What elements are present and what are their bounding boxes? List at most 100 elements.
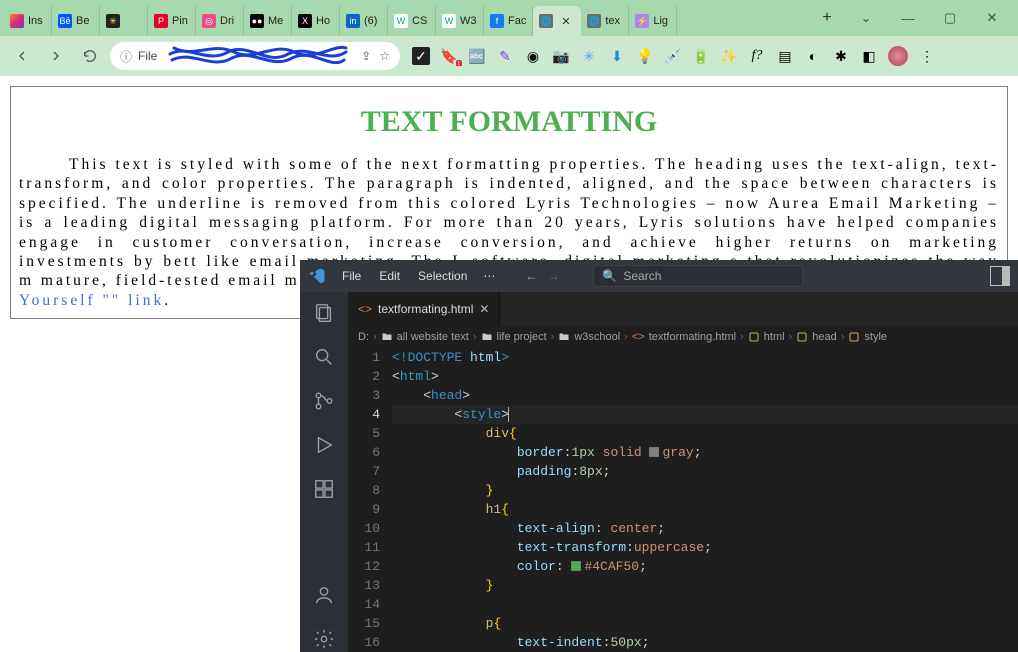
browser-tab[interactable]: ◎ Dri	[196, 6, 244, 36]
window-minimize[interactable]: —	[896, 11, 920, 26]
color-swatch-gray	[649, 447, 659, 457]
ext-bulb-icon[interactable]: 💡	[636, 47, 654, 65]
ext-download-icon[interactable]: ⬇	[608, 47, 626, 65]
code-body[interactable]: <!DOCTYPE html> <html> <head> <style> di…	[392, 348, 1018, 652]
line-number: 14	[348, 595, 380, 614]
page-heading: TEXT FORMATTING	[19, 105, 999, 139]
code-editor[interactable]: 12345678910111213141516 <!DOCTYPE html> …	[348, 348, 1018, 652]
browser-tab[interactable]: 🌐✕	[533, 6, 581, 36]
browser-menu-icon[interactable]: ⋮	[918, 47, 936, 65]
ext-sparkle-icon[interactable]: ✳	[580, 47, 598, 65]
bookmark-icon[interactable]: ☆	[379, 49, 390, 63]
favicon: ◎	[202, 14, 216, 28]
extensions-puzzle-icon[interactable]: ✱	[832, 47, 850, 65]
window-close[interactable]: ✕	[980, 10, 1004, 26]
menu-file[interactable]: File	[334, 265, 369, 287]
run-debug-icon[interactable]	[311, 432, 337, 458]
favicon: ✳	[106, 14, 120, 28]
browser-tab[interactable]: WW3	[436, 6, 484, 36]
tab-label: Dri	[220, 15, 234, 27]
vscode-search[interactable]: 🔍 Search	[593, 265, 803, 287]
ext-translate-icon[interactable]: 🔤	[468, 47, 486, 65]
tab-label: Pin	[172, 15, 188, 27]
ext-battery-icon[interactable]: 🔋	[692, 47, 710, 65]
browser-tab[interactable]: 🌐tex	[581, 6, 629, 36]
back-button[interactable]	[8, 42, 36, 70]
breadcrumb-item[interactable]: w3school	[558, 331, 620, 343]
ext-eye-icon[interactable]: ◉	[524, 47, 542, 65]
line-number: 12	[348, 557, 380, 576]
forward-button[interactable]	[42, 42, 70, 70]
ext-dropper-icon[interactable]: 💉	[664, 47, 682, 65]
profile-avatar[interactable]	[888, 46, 908, 66]
close-icon[interactable]: ✕	[479, 302, 489, 316]
vscode-back-icon[interactable]: ←	[525, 269, 537, 283]
line-number: 7	[348, 462, 380, 481]
window-minimize-dropdown[interactable]: ⌄	[854, 10, 878, 26]
breadcrumb[interactable]: D:› all website text› life project› w3sc…	[348, 326, 1018, 348]
browser-tab[interactable]: XHo	[292, 6, 340, 36]
favicon: 🌐	[587, 14, 601, 28]
ext-ruler-icon[interactable]: ▤	[776, 47, 794, 65]
chevron-right-icon: ›	[473, 331, 477, 343]
browser-tab[interactable]: P Pin	[148, 6, 196, 36]
reload-button[interactable]	[76, 42, 104, 70]
browser-tab[interactable]: fFac	[484, 6, 533, 36]
favicon: W	[394, 14, 408, 28]
explorer-icon[interactable]	[311, 300, 337, 326]
ext-camera-icon[interactable]: 📷	[552, 47, 570, 65]
vscode-forward-icon[interactable]: →	[547, 269, 559, 283]
browser-tab[interactable]: WCS	[388, 6, 436, 36]
ext-circle-icon[interactable]: ◐	[804, 47, 822, 65]
menu-edit[interactable]: Edit	[371, 265, 408, 287]
browser-tab[interactable]: ✳	[100, 6, 148, 36]
browser-titlebar: InsBēBe✳PPin◎Dri●●MeXHoin(6)WCSWW3fFac🌐✕…	[0, 0, 1018, 36]
chevron-right-icon: ›	[373, 331, 377, 343]
breadcrumb-item[interactable]: all website text	[381, 331, 469, 343]
try-it-link[interactable]: link	[128, 292, 164, 309]
side-panel-icon[interactable]: ◧	[860, 47, 878, 65]
breadcrumb-item[interactable]: life project	[481, 331, 547, 343]
line-number: 15	[348, 614, 380, 633]
ext-checkbox-icon[interactable]: ✓	[412, 47, 430, 65]
favicon: P	[154, 14, 168, 28]
close-icon[interactable]: ✕	[561, 15, 570, 28]
address-bar[interactable]: ⓘ File ⇪ ☆	[110, 42, 400, 70]
browser-tab[interactable]: ⚡Lig	[629, 6, 677, 36]
address-actions: ⇪ ☆	[361, 49, 390, 63]
vscode-body: <> textformating.html ✕ D: › all website …	[300, 292, 1018, 652]
settings-gear-icon[interactable]	[311, 626, 337, 652]
breadcrumb-item[interactable]: <> textformating.html	[632, 331, 736, 343]
layout-toggle-icon[interactable]	[990, 266, 1010, 286]
source-control-icon[interactable]	[311, 388, 337, 414]
line-number: 2	[348, 367, 380, 386]
account-icon[interactable]	[311, 582, 337, 608]
editor-tab-active[interactable]: <> textformating.html ✕	[348, 292, 500, 326]
breadcrumb-item[interactable]: D:	[358, 331, 369, 343]
ext-font-icon[interactable]: f?	[748, 47, 766, 65]
redaction-scribble	[168, 40, 348, 72]
breadcrumb-item[interactable]: head	[796, 331, 836, 343]
editor-tabs: <> textformating.html ✕	[348, 292, 1018, 326]
browser-tab[interactable]: BēBe	[52, 6, 100, 36]
ext-pen-icon[interactable]: ✎	[496, 47, 514, 65]
new-tab-button[interactable]: +	[814, 5, 840, 31]
favicon: ⚡	[635, 14, 649, 28]
line-number: 1	[348, 348, 380, 367]
html-file-icon: <>	[358, 302, 372, 316]
search-panel-icon[interactable]	[311, 344, 337, 370]
ext-wand-icon[interactable]: ✨	[720, 47, 738, 65]
share-icon[interactable]: ⇪	[361, 49, 371, 63]
browser-tab[interactable]: in(6)	[340, 6, 388, 36]
window-maximize[interactable]: ▢	[938, 10, 962, 26]
menu-more-icon[interactable]: ⋯	[477, 265, 501, 287]
menu-selection[interactable]: Selection	[410, 265, 475, 287]
extensions-icon[interactable]	[311, 476, 337, 502]
link-prefix: Yourself ""	[19, 292, 128, 309]
breadcrumb-item[interactable]: html	[748, 331, 785, 343]
site-info-icon[interactable]: ⓘ	[120, 48, 132, 65]
ext-flag-icon[interactable]: !🔖	[440, 47, 458, 65]
breadcrumb-item[interactable]: style	[848, 331, 887, 343]
browser-tab[interactable]: ●●Me	[244, 6, 292, 36]
browser-tab[interactable]: Ins	[4, 6, 52, 36]
